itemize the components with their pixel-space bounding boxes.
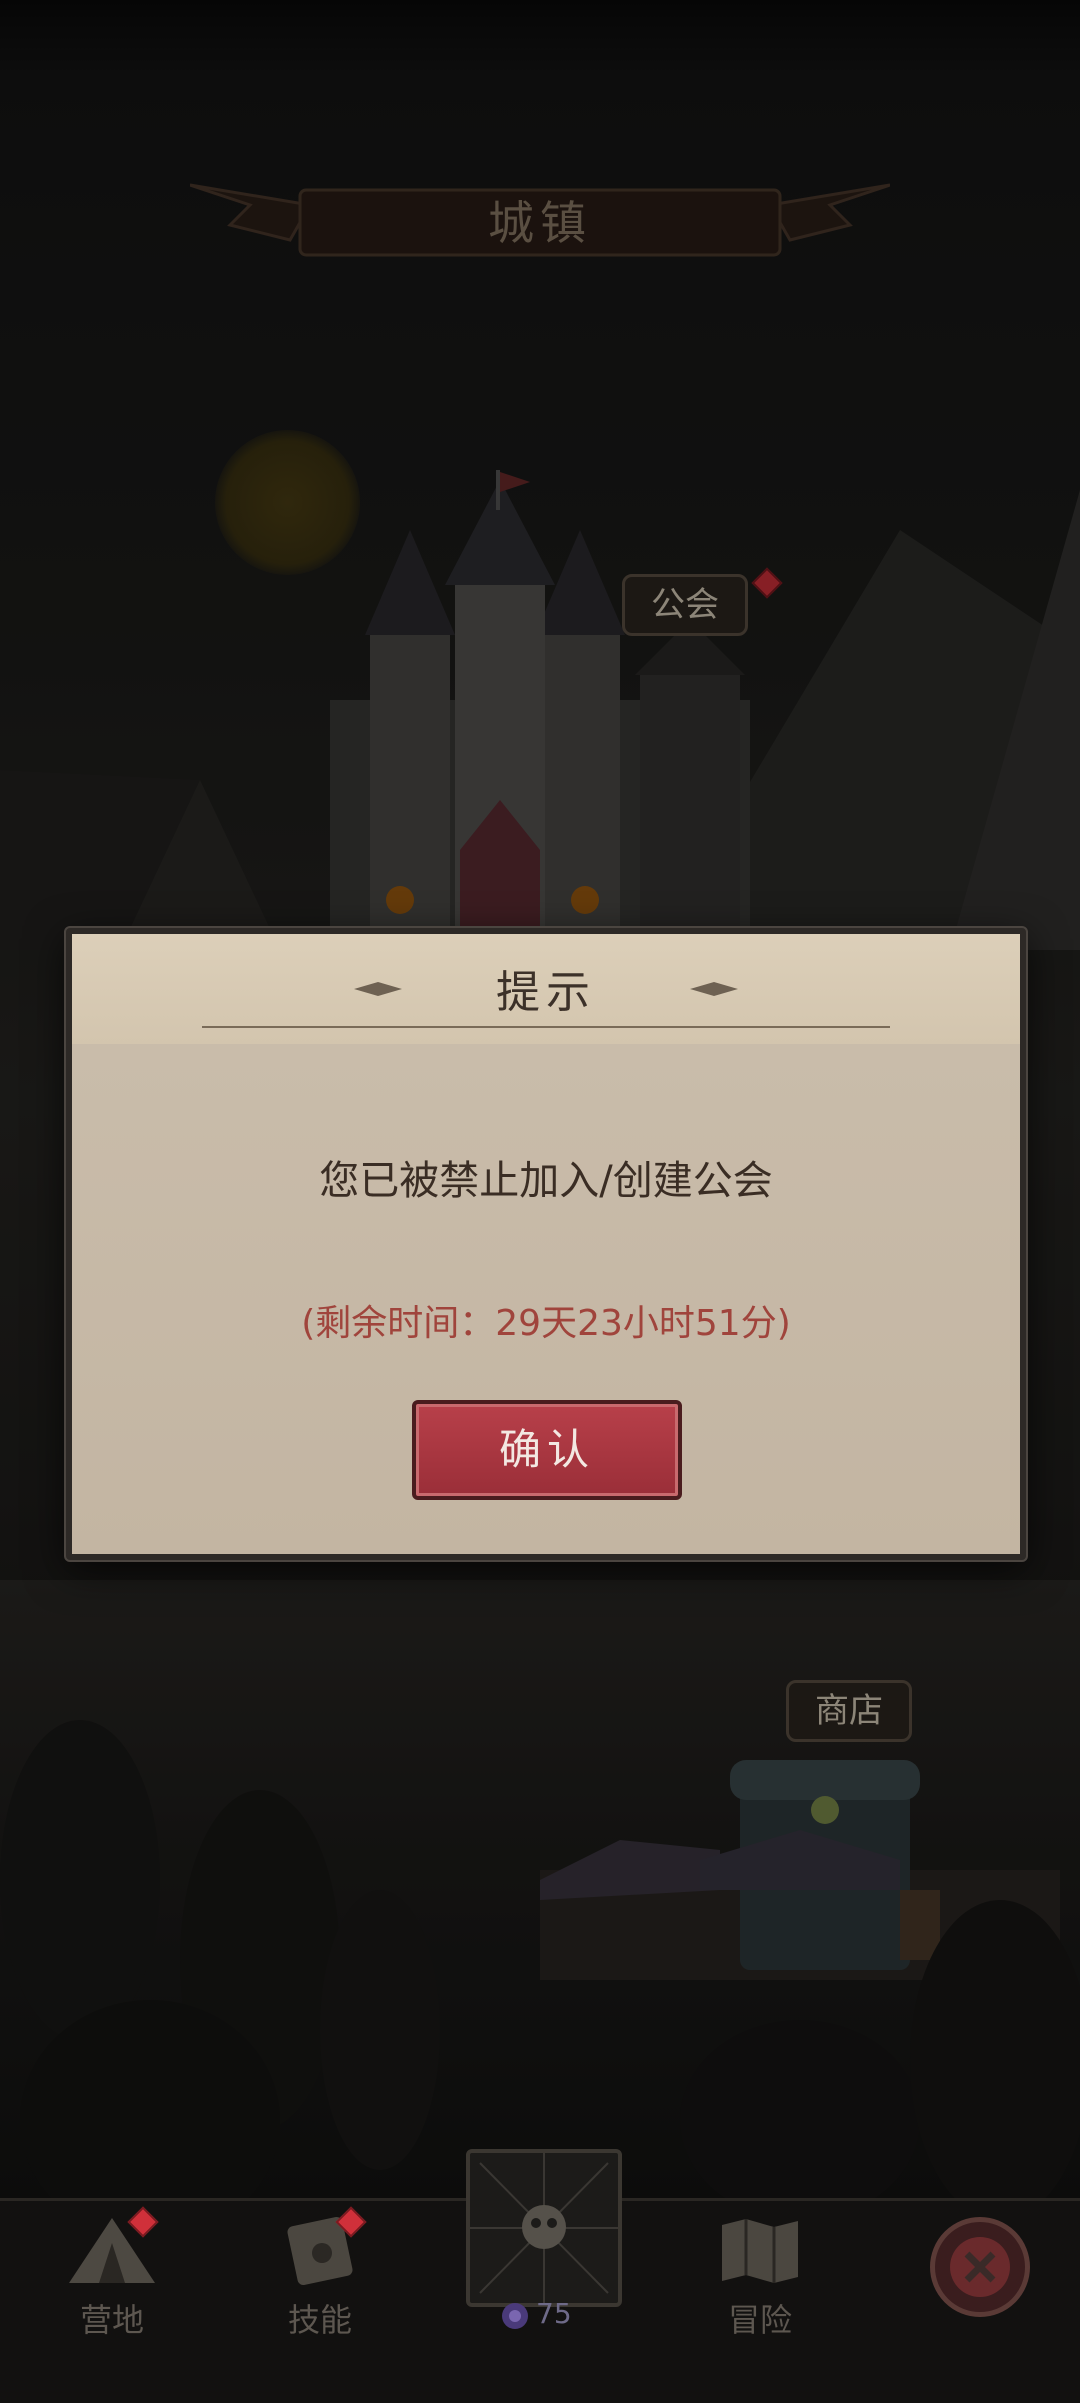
nav-label-adventure: 冒险 <box>727 2301 792 2339</box>
ban-message: 您已被禁止加入/创建公会 <box>319 1158 773 1204</box>
nav-label-skills: 技能 <box>287 2301 352 2339</box>
remaining-time: (剩余时间：29天23小时51分) <box>301 1303 791 1344</box>
nav-item-adventure[interactable]: 冒险 <box>680 2201 840 2401</box>
energy-value: 75 <box>536 2297 572 2330</box>
close-icon <box>950 2237 1010 2297</box>
notice-dialog: 提示 您已被禁止加入/创建公会 (剩余时间：29天23小时51分) 确认 <box>66 928 1026 1560</box>
map-icon <box>722 2219 798 2283</box>
center-battle-tab[interactable] <box>466 2149 622 2307</box>
header-divider <box>202 1026 890 1028</box>
nav-item-camp[interactable]: 营地 <box>32 2201 192 2401</box>
skull-spider-icon <box>470 2153 618 2303</box>
nav-label-camp: 营地 <box>79 2301 144 2339</box>
bottom-nav: 营地 技能 75 冒险 <box>0 2149 1080 2403</box>
title-ornament-right-icon <box>690 982 738 996</box>
confirm-button[interactable]: 确认 <box>412 1400 682 1500</box>
nav-item-skills[interactable]: 技能 <box>240 2201 400 2401</box>
close-button[interactable] <box>930 2217 1030 2317</box>
energy-counter: 75 <box>500 2297 600 2337</box>
energy-orb-icon <box>502 2303 528 2329</box>
dialog-title: 提示 <box>496 967 596 1018</box>
dialog-header: 提示 <box>72 934 1020 1044</box>
